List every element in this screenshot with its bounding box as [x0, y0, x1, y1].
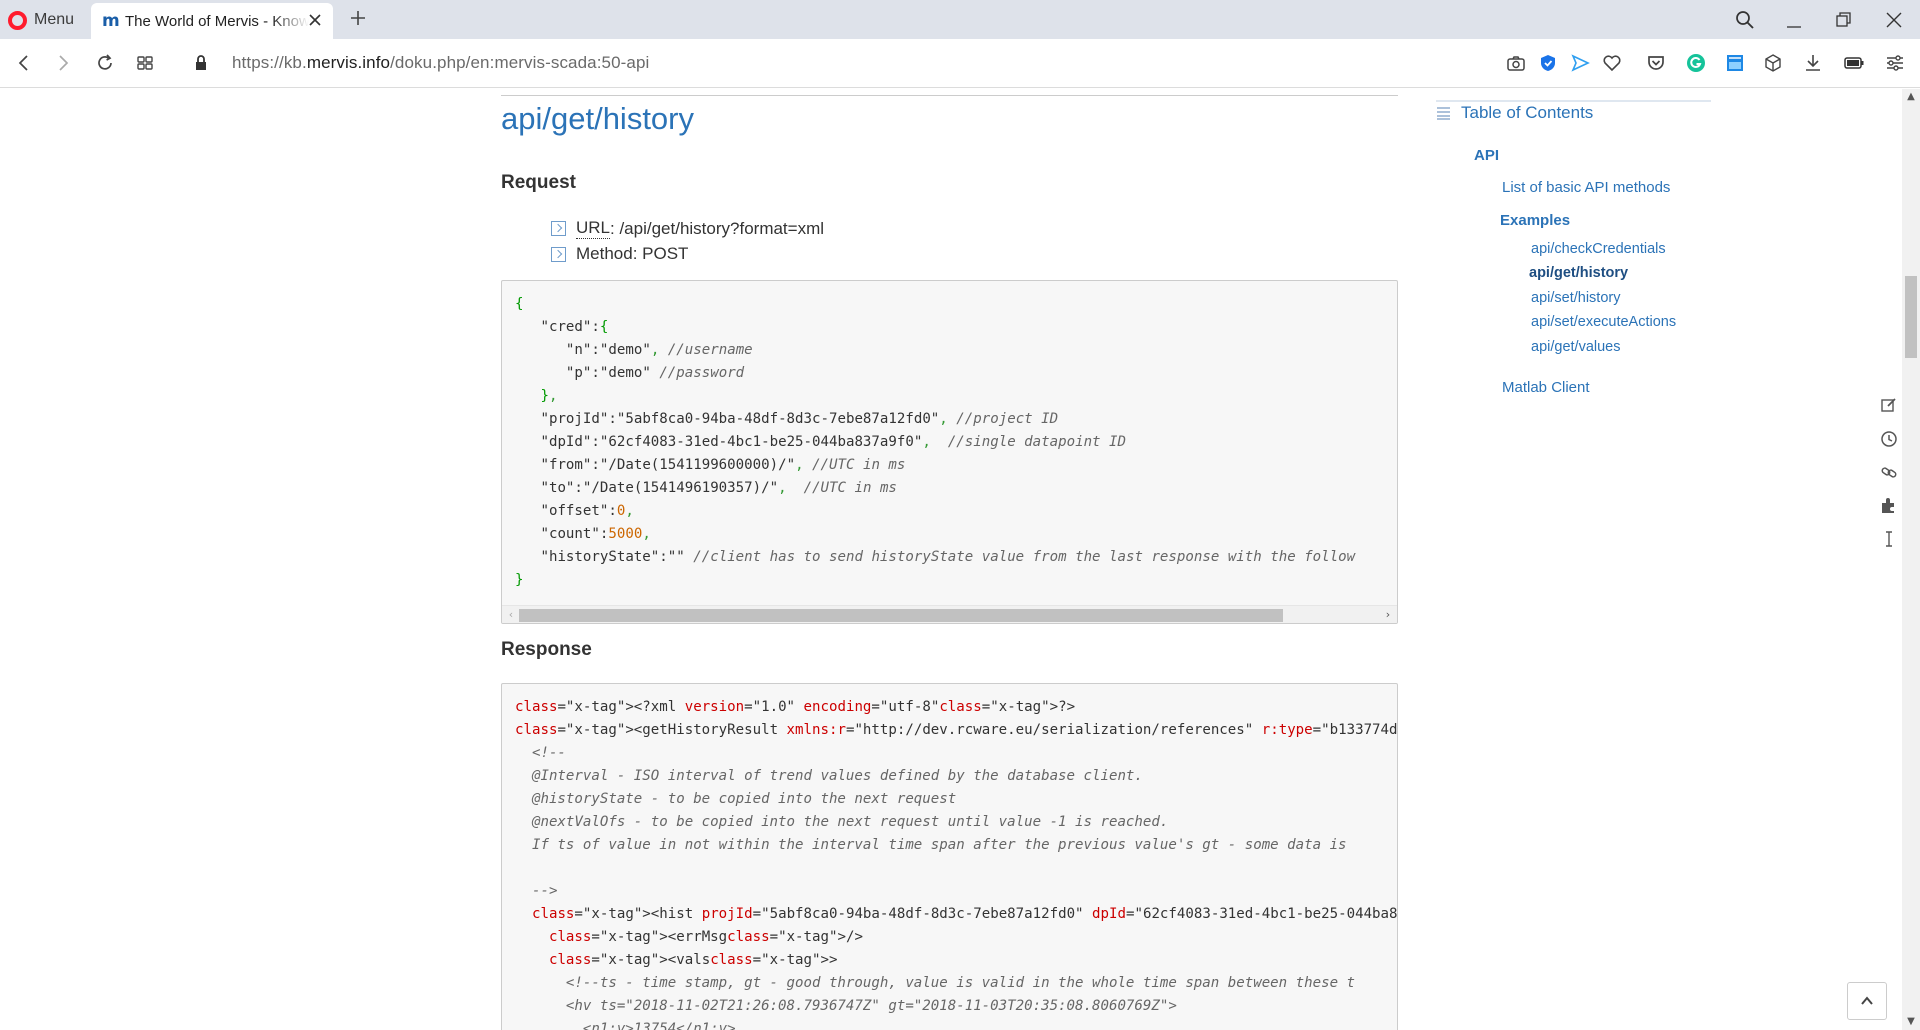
toc-link-basic-methods[interactable]: List of basic API methods	[1502, 179, 1670, 196]
scroll-left-icon[interactable]: ‹	[505, 609, 517, 621]
active-tab[interactable]: m The World of Mervis - Knowledge Base	[91, 3, 333, 39]
request-method-item: Method: POST	[551, 244, 688, 264]
minimize-icon[interactable]	[1784, 10, 1804, 30]
close-window-icon[interactable]	[1884, 10, 1904, 30]
request-code: { "cred":{ "n":"demo", //username "p":"d…	[515, 296, 1356, 588]
response-heading: Response	[501, 639, 592, 660]
toc-link-check-credentials[interactable]: api/checkCredentials	[1531, 241, 1666, 257]
text-cursor-icon[interactable]	[1880, 530, 1898, 548]
request-code-block[interactable]: { "cred":{ "n":"demo", //username "p":"d…	[501, 280, 1398, 624]
menu-label: Menu	[34, 11, 75, 28]
edit-icon[interactable]	[1880, 396, 1898, 414]
speed-dial-icon[interactable]	[134, 52, 156, 74]
browser-tab-bar: Menu m The World of Mervis - Knowledge B…	[0, 0, 1920, 39]
cube-icon[interactable]	[1762, 52, 1784, 74]
toc-divider	[1436, 100, 1711, 102]
bullet-icon	[551, 221, 566, 236]
toc-link-api[interactable]: API	[1474, 147, 1499, 164]
shield-icon[interactable]	[1537, 52, 1559, 74]
close-tab-icon[interactable]	[307, 12, 323, 28]
scroll-up-icon[interactable]: ▲	[1905, 91, 1917, 103]
search-icon[interactable]	[1735, 10, 1755, 30]
send-icon[interactable]	[1569, 52, 1591, 74]
horizontal-scrollbar[interactable]: ‹ ›	[502, 605, 1397, 623]
scrollbar-thumb[interactable]	[1905, 276, 1917, 358]
grammarly-icon[interactable]	[1685, 52, 1707, 74]
history-icon[interactable]	[1880, 430, 1898, 448]
back-icon[interactable]	[13, 52, 35, 74]
pocket-icon[interactable]	[1645, 52, 1667, 74]
mervis-favicon-icon: m	[102, 11, 120, 31]
response-code: class="x-tag"><?xml version="1.0" encodi…	[515, 699, 1398, 1030]
scroll-right-icon[interactable]: ›	[1382, 609, 1394, 621]
download-icon[interactable]	[1802, 52, 1824, 74]
scrollbar-thumb[interactable]	[519, 609, 1283, 622]
toc-link-set-history[interactable]: api/set/history	[1531, 290, 1620, 306]
toc-title: Table of Contents	[1461, 103, 1594, 122]
request-heading: Request	[501, 172, 576, 193]
divider	[501, 95, 1398, 96]
easy-setup-icon[interactable]	[1884, 52, 1906, 74]
toc-link-get-values[interactable]: api/get/values	[1531, 339, 1620, 355]
toc-link-execute-actions[interactable]: api/set/executeActions	[1531, 314, 1676, 330]
page-title: api/get/history	[501, 101, 694, 136]
camera-icon[interactable]	[1505, 52, 1527, 74]
reload-icon[interactable]	[94, 52, 116, 74]
scroll-down-icon[interactable]: ▼	[1905, 1016, 1917, 1028]
toc-link-get-history[interactable]: api/get/history	[1529, 265, 1628, 281]
bullet-icon	[551, 246, 566, 262]
lock-icon[interactable]	[190, 52, 212, 74]
request-method-text: Method: POST	[576, 244, 689, 263]
heart-icon[interactable]	[1601, 52, 1623, 74]
page-content: api/get/history Request URL : /api/get/h…	[0, 89, 1920, 1030]
request-url-text: : /api/get/history?format=xml	[610, 218, 825, 238]
opera-menu-button[interactable]: Menu	[8, 8, 74, 32]
tab-title: The World of Mervis - Knowledge Base	[125, 12, 309, 30]
list-icon	[1437, 107, 1450, 120]
response-code-block[interactable]: class="x-tag"><?xml version="1.0" encodi…	[501, 683, 1398, 1030]
url-abbr: URL	[576, 218, 611, 239]
new-tab-icon[interactable]	[348, 8, 368, 28]
url-field[interactable]: https://kb.mervis.info/doku.php/en:mervi…	[232, 53, 649, 73]
wallet-icon[interactable]	[1724, 52, 1746, 74]
forward-icon[interactable]	[52, 52, 74, 74]
chevron-up-icon	[1861, 996, 1873, 1005]
toc-link-examples[interactable]: Examples	[1500, 212, 1570, 229]
battery-icon[interactable]	[1843, 52, 1865, 74]
restore-icon[interactable]	[1834, 10, 1854, 30]
request-url-item: URL : /api/get/history?format=xml	[551, 218, 824, 239]
back-to-top-button[interactable]	[1847, 982, 1887, 1020]
vertical-scrollbar[interactable]: ▲ ▼	[1902, 89, 1920, 1030]
backlinks-icon[interactable]	[1880, 463, 1898, 481]
opera-logo-icon	[8, 10, 27, 30]
address-bar: https://kb.mervis.info/doku.php/en:mervi…	[0, 39, 1920, 88]
plugin-icon[interactable]	[1880, 496, 1898, 514]
toc-toggle[interactable]: Table of Contents	[1436, 103, 1593, 123]
toc-link-matlab-client[interactable]: Matlab Client	[1502, 379, 1590, 396]
